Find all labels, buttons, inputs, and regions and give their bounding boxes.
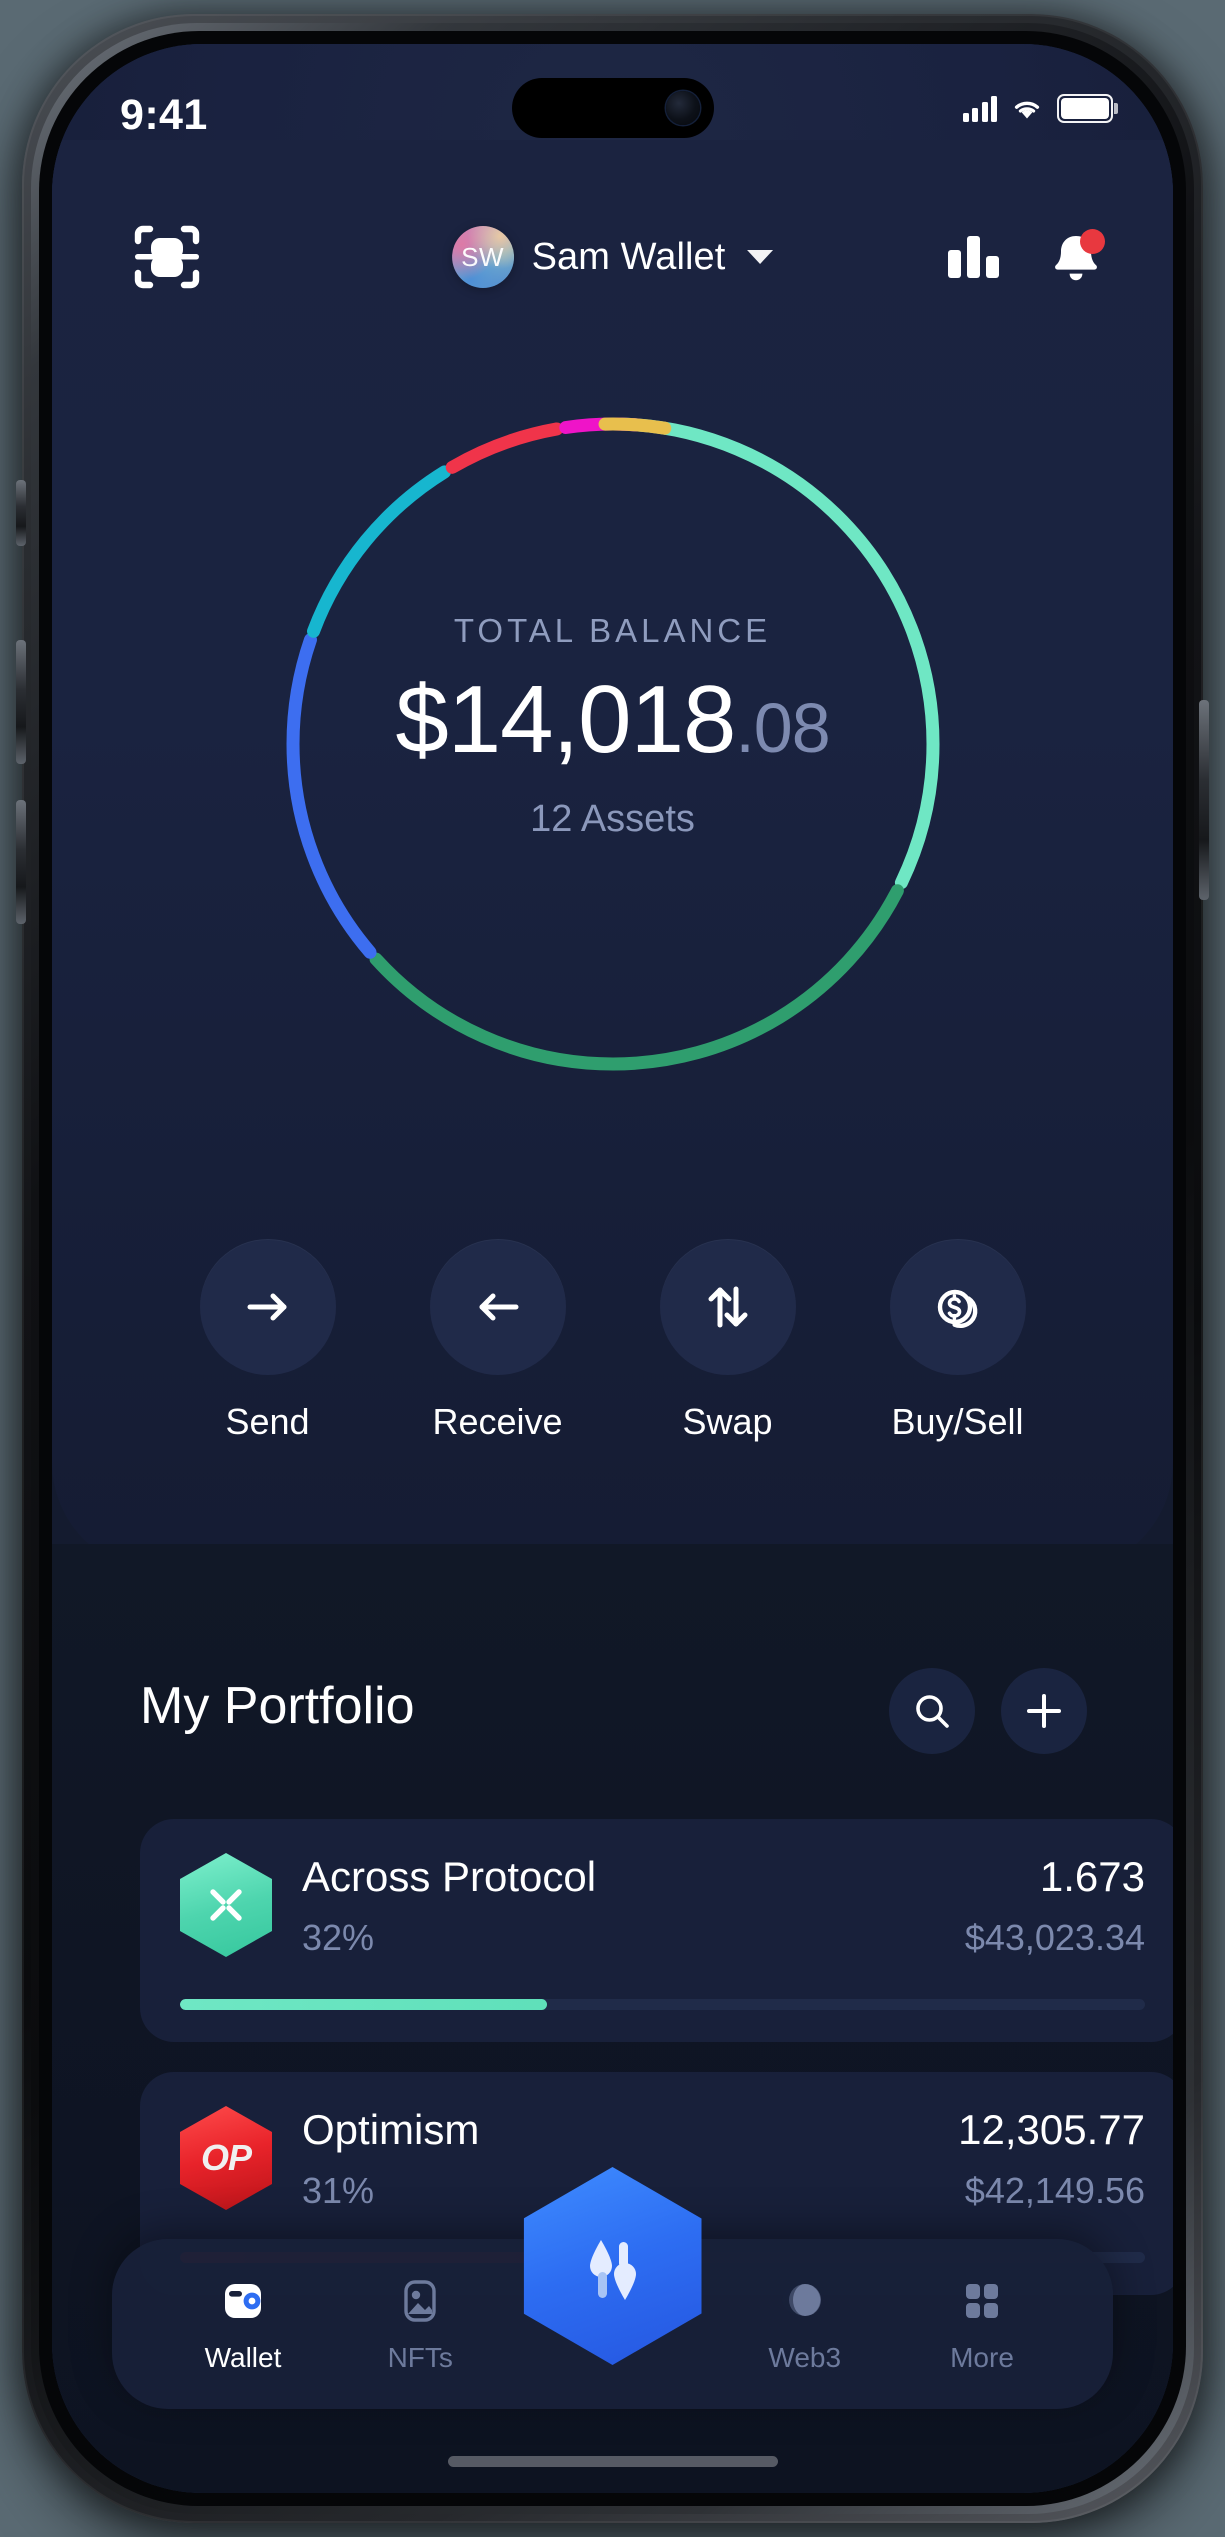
status-bar: 9:41 xyxy=(52,44,1173,194)
battery-icon xyxy=(1057,94,1118,123)
balance-donut-chart: TOTAL BALANCE $14,018.08 12 Assets xyxy=(213,344,1013,1144)
search-icon xyxy=(916,1695,949,1728)
asset-amount: 1.673 xyxy=(1039,1853,1145,1900)
receive-label: Receive xyxy=(432,1401,563,1442)
tab-wallet[interactable]: Wallet xyxy=(168,2274,318,2374)
portfolio-header-actions xyxy=(889,1668,1087,1754)
page-title: My Portfolio xyxy=(140,1677,415,1735)
status-clock: 9:41 xyxy=(120,91,208,139)
asset-value-usd: $43,023.34 xyxy=(964,1917,1145,1958)
total-balance-label: TOTAL BALANCE xyxy=(453,612,772,649)
tab-web3-label: Web3 xyxy=(768,2342,842,2373)
asset-name: Optimism xyxy=(302,2106,480,2153)
quick-actions-row: Send Receive Swap Buy/Sell xyxy=(52,1239,1173,1443)
tab-more-label: More xyxy=(950,2342,1014,2373)
receive-button[interactable]: Receive xyxy=(426,1239,570,1443)
across-protocol-logo xyxy=(180,1853,272,1957)
cellular-signal-icon xyxy=(962,95,997,122)
plus-icon xyxy=(1027,1694,1061,1728)
buy-sell-button[interactable]: Buy/Sell xyxy=(886,1239,1030,1443)
balance-whole: $14,018 xyxy=(395,666,736,773)
receive-icon-circle xyxy=(429,1239,566,1375)
volume-up-button[interactable] xyxy=(16,640,26,764)
power-button[interactable] xyxy=(1199,700,1209,900)
asset-amount: 12,305.77 xyxy=(958,2106,1145,2153)
balance-center-text: TOTAL BALANCE $14,018.08 12 Assets xyxy=(213,612,1013,841)
status-indicators xyxy=(962,94,1118,123)
asset-percent: 31% xyxy=(302,2170,375,2211)
dollar-coins-icon xyxy=(937,1289,977,1329)
home-indicator xyxy=(447,2456,778,2467)
tab-more[interactable]: More xyxy=(907,2274,1057,2374)
notification-badge xyxy=(1080,229,1105,254)
search-button[interactable] xyxy=(889,1668,975,1754)
swap-vertical-arrows-icon xyxy=(708,1286,747,1328)
asset-name: Across Protocol xyxy=(302,1853,597,1900)
arrow-left-icon xyxy=(479,1293,518,1321)
table-row[interactable]: Across Protocol 1.673 32% $43,023.34 xyxy=(140,1819,1173,2042)
avatar-initials: SW xyxy=(461,241,505,272)
wifi-icon xyxy=(1011,97,1043,121)
wallet-name-label: Sam Wallet xyxy=(531,235,726,278)
tab-nfts[interactable]: NFTs xyxy=(345,2274,495,2374)
bar-chart-icon[interactable] xyxy=(948,236,999,278)
allocation-progress-fill xyxy=(180,1999,547,2010)
send-button[interactable]: Send xyxy=(196,1239,340,1443)
tab-web3[interactable]: Web3 xyxy=(730,2274,880,2374)
assets-count-label: 12 Assets xyxy=(530,798,695,840)
tab-nfts-label: NFTs xyxy=(387,2342,453,2373)
screenshot-stage: 9:41 SW Sam Wallet TOTAL BALANCE $14,018… xyxy=(0,0,1225,2537)
header-actions xyxy=(948,220,1105,294)
avatar: SW xyxy=(451,226,514,288)
optimism-symbol: OP xyxy=(200,2137,252,2178)
add-asset-button[interactable] xyxy=(1001,1668,1087,1754)
swap-icon-circle xyxy=(659,1239,796,1375)
buy-sell-label: Buy/Sell xyxy=(891,1401,1024,1442)
balance-cents: .08 xyxy=(735,689,830,767)
scan-face-id-icon[interactable] xyxy=(130,220,204,294)
swap-label: Swap xyxy=(682,1401,773,1442)
silent-switch[interactable] xyxy=(16,480,26,546)
total-balance-amount: $14,018.08 xyxy=(213,672,1013,768)
wallet-icon xyxy=(225,2284,261,2318)
swap-button[interactable]: Swap xyxy=(656,1239,800,1443)
portfolio-header: My Portfolio xyxy=(52,1662,1173,1772)
app-header: SW Sam Wallet xyxy=(52,204,1173,312)
arrow-right-icon xyxy=(247,1293,286,1321)
send-label: Send xyxy=(225,1401,310,1442)
phone-screen: 9:41 SW Sam Wallet TOTAL BALANCE $14,018… xyxy=(52,44,1173,2493)
grid-squares-icon xyxy=(966,2284,998,2318)
bell-icon[interactable] xyxy=(1049,229,1105,284)
asset-value-usd: $42,149.56 xyxy=(964,2170,1145,2211)
dynamic-island xyxy=(511,78,714,138)
allocation-progress-track xyxy=(180,1999,1145,2010)
wallet-selector[interactable]: SW Sam Wallet xyxy=(451,220,774,294)
send-icon-circle xyxy=(199,1239,336,1375)
optimism-logo: OP xyxy=(180,2106,272,2210)
image-gallery-icon xyxy=(404,2280,436,2322)
globe-icon xyxy=(781,2284,824,2316)
tab-wallet-label: Wallet xyxy=(204,2342,282,2373)
buy-sell-icon-circle xyxy=(889,1239,1026,1375)
volume-down-button[interactable] xyxy=(16,800,26,924)
asset-percent: 32% xyxy=(302,1917,375,1958)
chevron-down-icon xyxy=(747,250,774,264)
